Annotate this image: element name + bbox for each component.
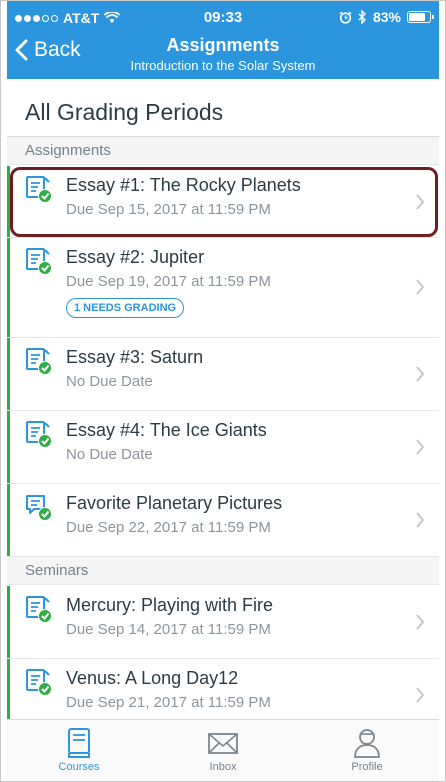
assignment-published-icon bbox=[26, 248, 52, 275]
published-indicator bbox=[7, 411, 10, 483]
tab-bar: Courses Inbox Profile bbox=[7, 719, 439, 782]
item-due-date: Due Sep 22, 2017 at 11:59 PM bbox=[66, 519, 271, 536]
alarm-icon bbox=[339, 10, 352, 24]
list-item-essay-3[interactable]: Essay #3: Saturn No Due Date bbox=[7, 338, 439, 411]
battery-percent: 83% bbox=[372, 9, 401, 25]
item-title: Mercury: Playing with Fire bbox=[66, 595, 274, 615]
nav-title: Assignments bbox=[166, 35, 280, 55]
published-indicator bbox=[7, 586, 10, 658]
assignment-published-icon bbox=[26, 176, 52, 203]
needs-grading-badge: 1 NEEDS GRADING bbox=[66, 298, 185, 318]
page-title: All Grading Periods bbox=[25, 99, 224, 125]
item-title: Essay #1: The Rocky Planets bbox=[66, 175, 301, 195]
list-item-favorite-pictures[interactable]: Favorite Planetary Pictures Due Sep 22, … bbox=[7, 484, 439, 557]
assignments-list[interactable]: All Grading Periods Assignments Essay #1… bbox=[7, 79, 439, 719]
chevron-right-icon bbox=[416, 439, 425, 455]
published-indicator bbox=[7, 338, 10, 410]
assignment-published-icon bbox=[26, 596, 52, 623]
item-title: Essay #4: The Ice Giants bbox=[66, 420, 267, 440]
list-item-mercury[interactable]: Mercury: Playing with Fire Due Sep 14, 2… bbox=[7, 586, 439, 659]
tab-courses-label: Courses bbox=[58, 761, 100, 773]
published-indicator bbox=[7, 166, 10, 237]
item-due-date: No Due Date bbox=[66, 373, 153, 390]
chevron-right-icon bbox=[416, 614, 425, 630]
item-title: Essay #3: Saturn bbox=[66, 347, 204, 367]
bluetooth-icon bbox=[358, 10, 366, 24]
tab-profile[interactable]: Profile bbox=[295, 720, 439, 782]
published-indicator bbox=[7, 238, 10, 337]
tab-inbox[interactable]: Inbox bbox=[151, 720, 295, 782]
item-due-date: Due Sep 19, 2017 at 11:59 PM bbox=[66, 273, 271, 290]
item-due-date: No Due Date bbox=[66, 446, 153, 463]
navigation-header: AT&T 09:33 83% Back Assignments Introduc… bbox=[7, 0, 439, 79]
profile-icon bbox=[354, 729, 380, 758]
chevron-right-icon bbox=[416, 687, 425, 703]
battery-icon bbox=[407, 11, 434, 23]
chevron-right-icon bbox=[416, 194, 425, 210]
published-indicator bbox=[7, 484, 10, 556]
status-right: 83% bbox=[339, 9, 434, 25]
tab-courses[interactable]: Courses bbox=[7, 720, 151, 782]
item-due-date: Due Sep 15, 2017 at 11:59 PM bbox=[66, 201, 271, 218]
item-due-date: Due Sep 21, 2017 at 11:59 PM bbox=[66, 694, 271, 711]
list-item-essay-2[interactable]: Essay #2: Jupiter Due Sep 19, 2017 at 11… bbox=[7, 238, 439, 338]
tab-profile-label: Profile bbox=[351, 761, 383, 773]
section-header-seminars: Seminars bbox=[7, 557, 439, 585]
nav-subtitle: Introduction to the Solar System bbox=[130, 58, 316, 73]
assignment-published-icon bbox=[26, 421, 52, 448]
chevron-right-icon bbox=[416, 512, 425, 528]
discussion-published-icon bbox=[26, 495, 52, 521]
chevron-right-icon bbox=[416, 366, 425, 382]
tab-inbox-label: Inbox bbox=[209, 761, 237, 773]
assignment-published-icon bbox=[26, 669, 52, 696]
status-bar: AT&T 09:33 83% bbox=[7, 0, 439, 34]
assignment-published-icon bbox=[26, 348, 52, 375]
list-item-essay-1[interactable]: Essay #1: The Rocky Planets Due Sep 15, … bbox=[7, 166, 439, 238]
item-title: Essay #2: Jupiter bbox=[66, 247, 205, 267]
list-item-venus[interactable]: Venus: A Long Day12 Due Sep 21, 2017 at … bbox=[7, 659, 439, 719]
courses-icon bbox=[68, 728, 90, 758]
item-due-date: Due Sep 14, 2017 at 11:59 PM bbox=[66, 621, 271, 638]
published-indicator bbox=[7, 659, 10, 719]
inbox-icon bbox=[208, 733, 238, 754]
list-item-essay-4[interactable]: Essay #4: The Ice Giants No Due Date bbox=[7, 411, 439, 484]
section-header-assignments: Assignments bbox=[7, 137, 439, 165]
item-title: Venus: A Long Day12 bbox=[66, 668, 239, 688]
chevron-right-icon bbox=[416, 279, 425, 295]
item-title: Favorite Planetary Pictures bbox=[66, 493, 283, 513]
